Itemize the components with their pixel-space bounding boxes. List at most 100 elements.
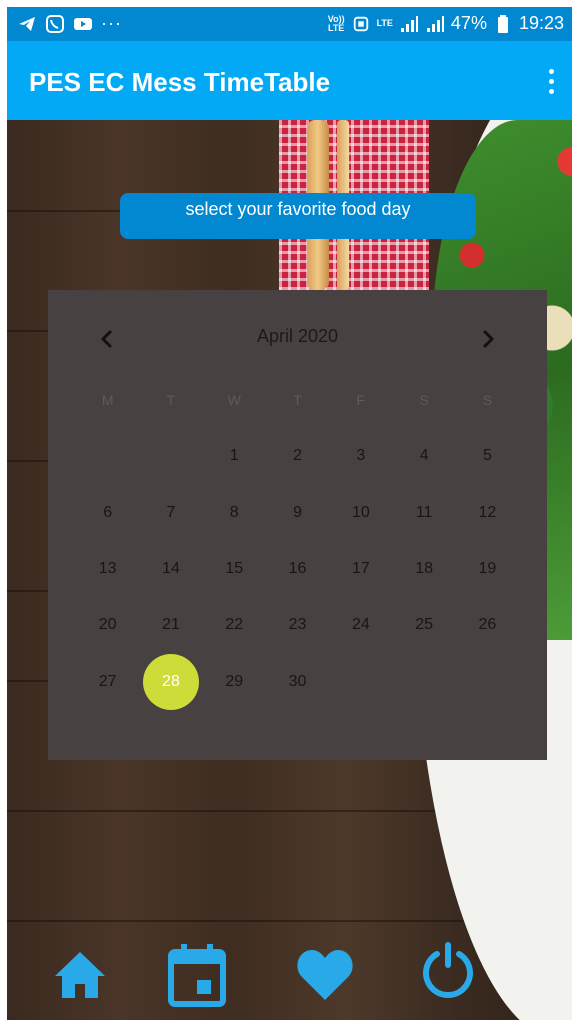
status-bar: ··· Vo)) LTE LTE 47% 19:23 xyxy=(7,7,572,41)
day-19[interactable]: 19 xyxy=(456,541,519,597)
day-number: 29 xyxy=(225,672,244,690)
day-number: 26 xyxy=(478,616,497,634)
day-number: 23 xyxy=(288,616,307,634)
day-22[interactable]: 22 xyxy=(203,597,266,653)
day-1[interactable]: 1 xyxy=(203,428,266,484)
battery-icon xyxy=(493,14,513,34)
day-4[interactable]: 4 xyxy=(392,428,455,484)
weekday-label: T xyxy=(166,392,176,408)
chevron-right-icon[interactable] xyxy=(473,324,503,354)
instruction-text: select your favorite food day xyxy=(185,199,411,219)
day-5[interactable]: 5 xyxy=(456,428,519,484)
day-13[interactable]: 13 xyxy=(76,541,139,597)
day-number: 5 xyxy=(482,447,492,465)
day-8[interactable]: 8 xyxy=(203,484,266,540)
day-number: 22 xyxy=(225,616,244,634)
telegram-icon xyxy=(17,14,37,34)
day-14[interactable]: 14 xyxy=(139,541,202,597)
empty-day-cell xyxy=(76,428,139,484)
day-27[interactable]: 27 xyxy=(76,654,139,710)
day-number: 17 xyxy=(351,559,370,577)
day-number: 25 xyxy=(415,616,434,634)
notification-icons: ··· xyxy=(17,13,122,34)
day-number: 27 xyxy=(98,672,117,690)
day-number: 3 xyxy=(356,447,366,465)
day-number: 16 xyxy=(288,559,307,577)
day-number: 1 xyxy=(229,447,239,465)
day-12[interactable]: 12 xyxy=(456,484,519,540)
day-number: 21 xyxy=(162,616,180,634)
day-10[interactable]: 10 xyxy=(329,484,392,540)
day-number: 30 xyxy=(288,672,307,690)
day-26[interactable]: 26 xyxy=(456,597,519,653)
weekday-label: F xyxy=(356,392,366,408)
lte-indicator: LTE xyxy=(376,18,393,28)
more-vertical-icon[interactable] xyxy=(536,63,566,99)
day-number: 7 xyxy=(166,503,176,521)
day-number: 15 xyxy=(225,559,244,577)
volte-indicator: Vo)) LTE xyxy=(327,13,345,33)
empty-day-cell xyxy=(139,428,202,484)
signal-icon-2 xyxy=(425,14,445,34)
day-20[interactable]: 20 xyxy=(76,597,139,653)
day-number: 9 xyxy=(293,503,302,521)
calendar-header: April 2020 xyxy=(48,320,547,354)
phone-screen: ··· Vo)) LTE LTE 47% 19:23 PES EC Mess T… xyxy=(7,7,572,1020)
day-28[interactable]: 28 xyxy=(139,653,202,710)
day-6[interactable]: 6 xyxy=(76,484,139,540)
calendar-icon[interactable] xyxy=(167,942,227,1008)
day-number: 20 xyxy=(98,616,117,634)
day-number: 11 xyxy=(415,503,433,521)
system-status: Vo)) LTE LTE 47% 19:23 xyxy=(328,13,564,34)
day-16[interactable]: 16 xyxy=(266,541,329,597)
day-number: 19 xyxy=(478,559,497,577)
day-9[interactable]: 9 xyxy=(266,484,329,540)
day-number: 24 xyxy=(351,616,370,634)
day-number: 8 xyxy=(229,503,239,521)
weekday-header: MTWTFSS xyxy=(76,392,519,412)
day-29[interactable]: 29 xyxy=(203,654,266,710)
heart-icon[interactable] xyxy=(295,944,355,1004)
instruction-banner: select your favorite food day xyxy=(120,193,476,239)
weekday-label: S xyxy=(482,392,493,408)
day-grid: 1 2 3 4 5 6 7 8 9 10 11 12 13 14 15 16 17 18 19 20 21 22 23 24 2… xyxy=(76,428,519,710)
day-24[interactable]: 24 xyxy=(329,597,392,653)
day-15[interactable]: 15 xyxy=(203,541,266,597)
day-number: 14 xyxy=(162,559,180,577)
power-icon[interactable] xyxy=(419,940,477,1000)
youtube-icon xyxy=(73,14,93,34)
day-7[interactable]: 7 xyxy=(139,484,202,540)
day-18[interactable]: 18 xyxy=(392,541,455,597)
day-number: 6 xyxy=(103,503,113,521)
day-17[interactable]: 17 xyxy=(329,541,392,597)
signal-icon xyxy=(399,14,419,34)
viber-icon xyxy=(45,14,65,34)
sim-icon xyxy=(351,14,371,34)
day-2[interactable]: 2 xyxy=(266,428,329,484)
day-number: 10 xyxy=(351,503,370,521)
battery-percent: 47% xyxy=(450,13,487,33)
day-number: 18 xyxy=(415,559,434,577)
day-number: 13 xyxy=(98,559,117,577)
day-21[interactable]: 21 xyxy=(139,597,202,653)
day-11[interactable]: 11 xyxy=(392,484,455,540)
calendar-picker: April 2020 MTWTFSS 1 2 3 4 5 6 7 8 9 10 11 12 13 14 15… xyxy=(48,290,547,760)
weekday-label: T xyxy=(293,392,302,408)
weekday-label: M xyxy=(101,392,114,408)
clock: 19:23 xyxy=(518,13,564,33)
app-title: PES EC Mess TimeTable xyxy=(29,67,331,97)
day-number: 12 xyxy=(478,503,497,521)
day-number: 4 xyxy=(419,447,429,465)
more-notifications-icon: ··· xyxy=(101,13,122,33)
day-23[interactable]: 23 xyxy=(266,597,329,653)
bottom-navigation xyxy=(7,932,572,1020)
app-bar: PES EC Mess TimeTable xyxy=(7,41,572,120)
day-30[interactable]: 30 xyxy=(266,654,329,710)
day-25[interactable]: 25 xyxy=(392,597,455,653)
home-icon[interactable] xyxy=(53,948,107,1002)
day-number: 2 xyxy=(293,447,302,465)
weekday-label: W xyxy=(227,392,241,408)
weekday-label: S xyxy=(419,392,429,408)
day-3[interactable]: 3 xyxy=(329,428,392,484)
day-number: 28 xyxy=(162,672,180,690)
